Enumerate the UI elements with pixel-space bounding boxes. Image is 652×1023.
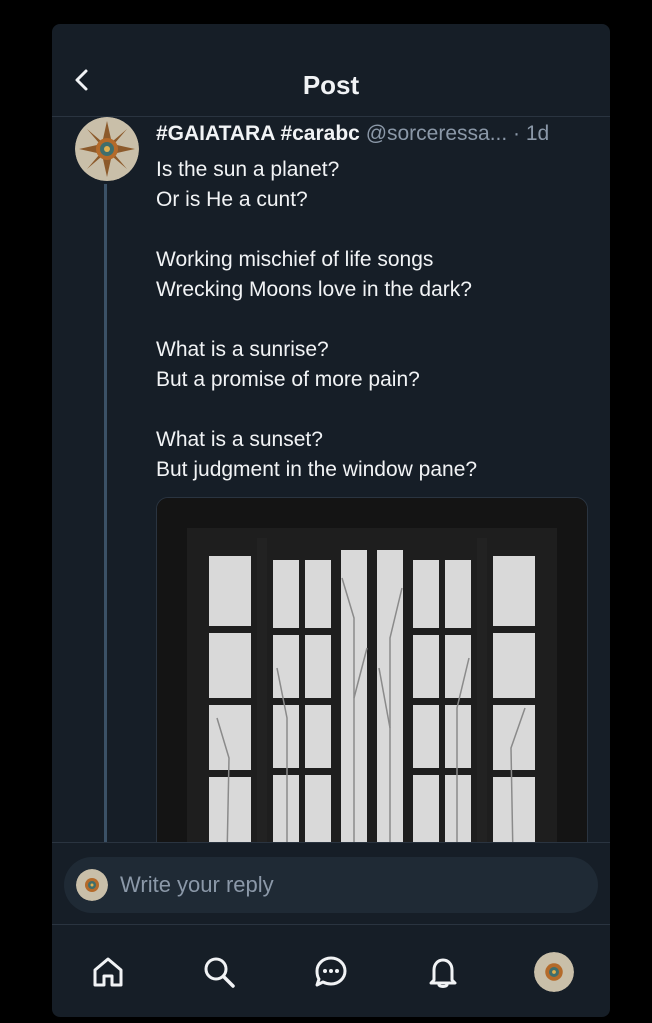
tab-home[interactable]	[86, 950, 130, 994]
post-line: Working mischief of life songs	[156, 248, 434, 271]
bell-icon	[429, 958, 457, 988]
reply-input[interactable]: Write your reply	[64, 857, 598, 913]
thread-line	[104, 184, 107, 844]
chat-icon	[315, 956, 347, 986]
post-line: What is a sunset?	[156, 428, 323, 451]
tab-profile[interactable]	[532, 950, 576, 994]
tab-chat[interactable]	[309, 950, 353, 994]
post-line: Is the sun a planet?	[156, 158, 340, 181]
post-line: Or is He a cunt?	[156, 188, 308, 211]
post-image[interactable]	[156, 497, 588, 859]
header: Post	[52, 24, 610, 117]
post-time: · 1d	[507, 122, 550, 145]
home-icon	[93, 957, 123, 986]
reply-bar: Write your reply	[52, 842, 610, 925]
page-title: Post	[302, 70, 360, 100]
profile-avatar	[534, 951, 575, 992]
post-header: #GAIATARA #carabc @sorceressa... · 1d	[156, 120, 596, 148]
reply-placeholder: Write your reply	[120, 872, 274, 897]
my-avatar	[76, 869, 108, 901]
post-line: But a promise of more pain?	[156, 368, 420, 391]
search-icon	[204, 957, 236, 988]
post-line: Wrecking Moons love in the dark?	[156, 278, 472, 301]
bottom-tab-bar	[52, 924, 610, 1017]
tab-search[interactable]	[197, 950, 241, 994]
post-line: But judgment in the window pane?	[156, 458, 478, 481]
tab-notifications[interactable]	[421, 950, 465, 994]
app-screen: Post #GAIATARA #carabc @sorceressa... · …	[52, 24, 610, 1017]
author-handle[interactable]: @sorceressa...	[366, 122, 508, 145]
post-line: What is a sunrise?	[156, 338, 329, 361]
post-text: Is the sun a planet? Or is He a cunt? Wo…	[156, 155, 596, 515]
author-name[interactable]: #GAIATARA #carabc	[156, 122, 360, 145]
author-avatar[interactable]	[75, 117, 139, 181]
